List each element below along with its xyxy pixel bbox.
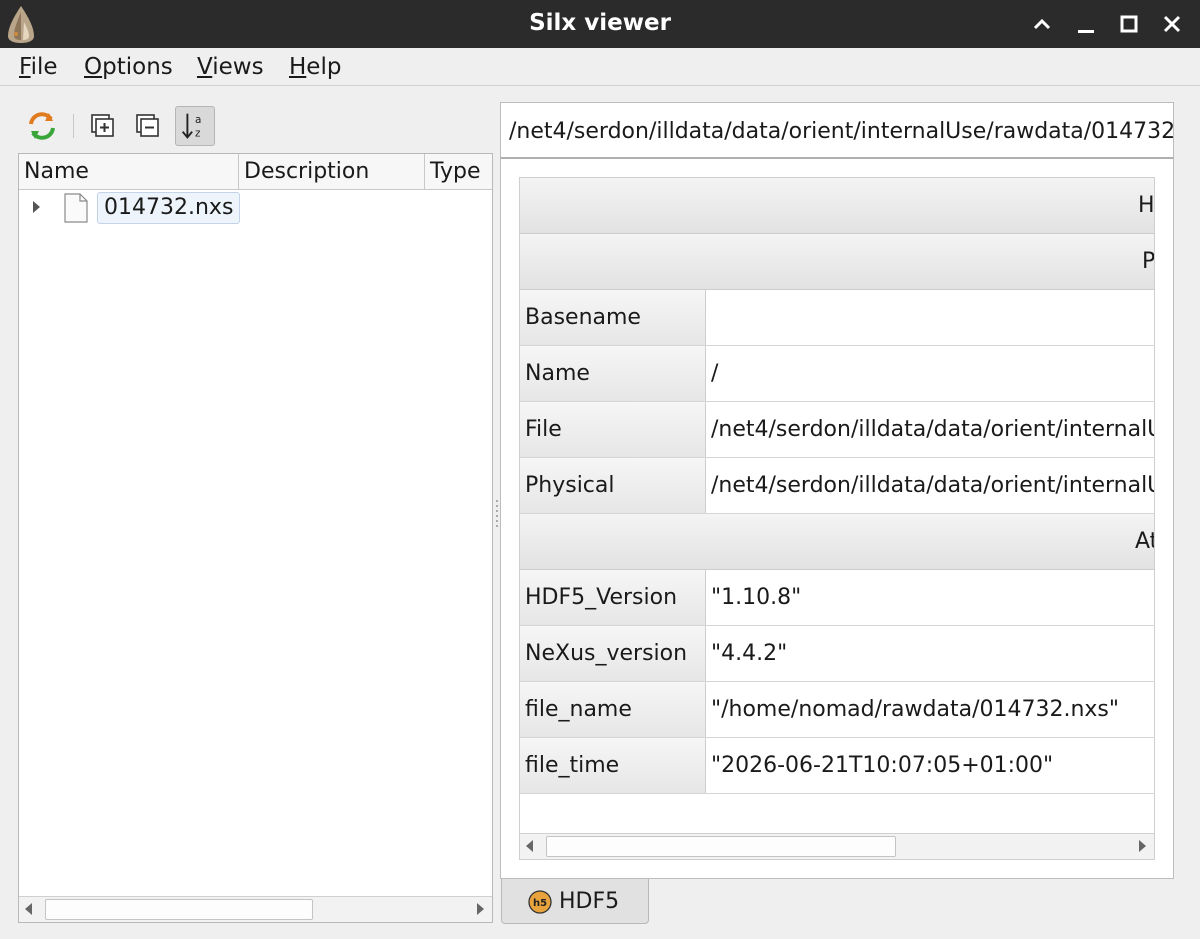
- row-key: NeXus_version: [520, 626, 706, 681]
- splitter-handle[interactable]: [495, 500, 499, 530]
- title-bar: Silx viewer: [0, 0, 1200, 48]
- expand-all-button[interactable]: [83, 106, 123, 146]
- maximize-icon[interactable]: [1117, 12, 1141, 36]
- table-horizontal-scrollbar[interactable]: [520, 833, 1154, 859]
- sort-button[interactable]: a z: [175, 106, 215, 146]
- tab-label: HDF5: [559, 889, 620, 914]
- menu-divider: [0, 85, 1200, 86]
- row-value: "1.10.8": [711, 585, 802, 610]
- row-value: /net4/serdon/illdata/data/orient/interna…: [711, 473, 1154, 498]
- scroll-left-icon[interactable]: [526, 840, 533, 852]
- minimize-icon[interactable]: [1074, 12, 1098, 36]
- row-value: [706, 290, 711, 345]
- toolbar-separator: [73, 114, 74, 138]
- section-header-label: P: [1142, 249, 1155, 274]
- collapse-all-button[interactable]: [128, 106, 168, 146]
- row-key: File: [520, 402, 706, 457]
- scroll-right-icon[interactable]: [477, 903, 484, 915]
- file-icon: [64, 193, 88, 223]
- column-header-description[interactable]: Description: [239, 154, 425, 189]
- menu-options[interactable]: Options: [84, 52, 173, 82]
- table-row[interactable]: File /net4/serdon/illdata/data/orient/in…: [520, 402, 1154, 458]
- row-key: Basename: [520, 290, 706, 345]
- section-header-row: P: [520, 234, 1154, 290]
- tree-item-label[interactable]: 014732.nxs: [97, 192, 241, 224]
- table-row[interactable]: Physical /net4/serdon/illdata/data/orien…: [520, 458, 1154, 514]
- sort-az-icon: a z: [181, 113, 201, 139]
- row-key: file_name: [520, 682, 706, 737]
- section-header-row: H: [520, 178, 1154, 234]
- scroll-handle[interactable]: [546, 836, 896, 857]
- data-path-text: /net4/serdon/illdata/data/orient/interna…: [509, 119, 1174, 144]
- svg-text:z: z: [195, 127, 201, 139]
- row-value: "4.4.2": [711, 641, 788, 666]
- table-row[interactable]: NeXus_version "4.4.2": [520, 626, 1154, 682]
- svg-text:h5: h5: [533, 898, 547, 909]
- data-path-field[interactable]: /net4/serdon/illdata/data/orient/interna…: [500, 102, 1174, 158]
- window-title: Silx viewer: [529, 10, 671, 36]
- tree-header: Name Description Type: [19, 154, 492, 190]
- expand-arrow-icon[interactable]: [33, 201, 40, 213]
- row-key: Name: [520, 346, 706, 401]
- tree-horizontal-scrollbar[interactable]: [19, 896, 492, 922]
- row-value: /: [711, 361, 719, 386]
- hdf5-info-table[interactable]: H P Basename Name / File /net4/serdon/il…: [519, 177, 1155, 860]
- row-key: file_time: [520, 738, 706, 793]
- row-key: Physical: [520, 458, 706, 513]
- h5-icon: h5: [528, 890, 552, 914]
- tab-hdf5[interactable]: h5 HDF5: [501, 879, 649, 924]
- column-header-type[interactable]: Type: [425, 154, 492, 189]
- svg-text:a: a: [195, 114, 201, 126]
- maximize-up-icon[interactable]: [1030, 12, 1054, 36]
- scroll-handle[interactable]: [45, 899, 313, 920]
- scroll-right-icon[interactable]: [1139, 840, 1146, 852]
- hdf5-tree-view[interactable]: Name Description Type 014732.nxs: [18, 153, 493, 923]
- table-row[interactable]: Name /: [520, 346, 1154, 402]
- menu-bar: File Options Views Help: [0, 48, 1200, 86]
- section-header-label: H: [1138, 193, 1155, 218]
- section-header-row: At: [520, 514, 1154, 570]
- row-key: HDF5_Version: [520, 570, 706, 625]
- scroll-left-icon[interactable]: [25, 903, 32, 915]
- close-icon[interactable]: [1160, 12, 1184, 36]
- refresh-icon: [29, 112, 55, 140]
- table-row[interactable]: HDF5_Version "1.10.8": [520, 570, 1154, 626]
- menu-help[interactable]: Help: [289, 52, 341, 82]
- expand-all-icon: [91, 114, 114, 137]
- row-value: /net4/serdon/illdata/data/orient/interna…: [711, 417, 1154, 442]
- table-row[interactable]: file_time "2026-06-21T10:07:05+01:00": [520, 738, 1154, 794]
- column-header-name[interactable]: Name: [19, 154, 239, 189]
- row-value: "2026-06-21T10:07:05+01:00": [711, 753, 1054, 778]
- table-row[interactable]: Basename: [520, 290, 1154, 346]
- refresh-button[interactable]: [22, 106, 62, 146]
- row-value: "/home/nomad/rawdata/014732.nxs": [711, 697, 1120, 722]
- tree-item[interactable]: 014732.nxs: [19, 191, 492, 224]
- section-header-label: At: [1135, 529, 1154, 554]
- menu-views[interactable]: Views: [197, 52, 264, 82]
- collapse-all-icon: [136, 114, 159, 137]
- table-row[interactable]: file_name "/home/nomad/rawdata/014732.nx…: [520, 682, 1154, 738]
- menu-file[interactable]: File: [19, 52, 58, 82]
